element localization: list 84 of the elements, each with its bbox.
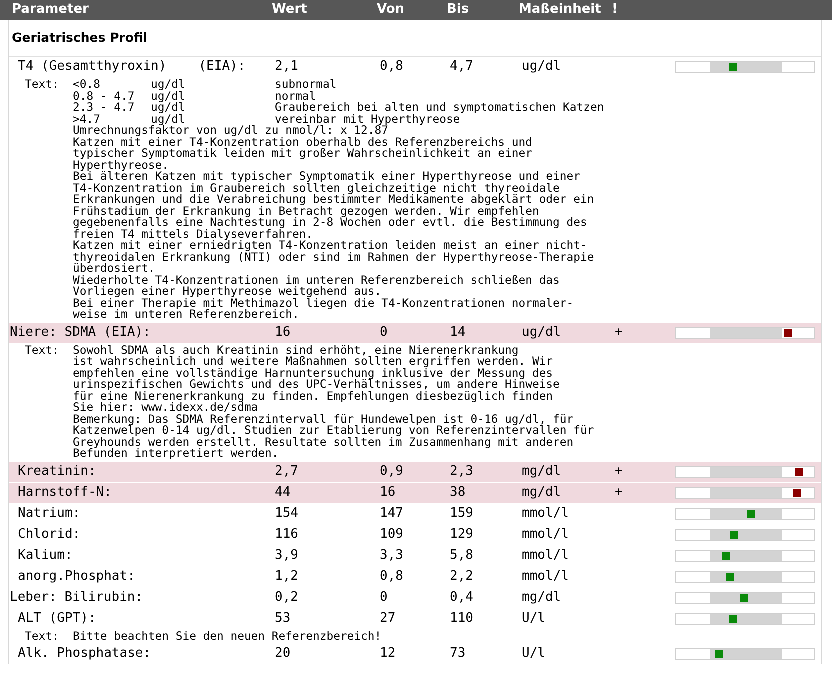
range-to: 129: [450, 526, 474, 542]
column-header: Parameter: [12, 2, 89, 18]
parameter-name: Natrium:: [17, 504, 81, 523]
value: 116: [275, 526, 298, 542]
unit-text: ug/dl: [151, 79, 186, 90]
interpretation-text: subnormal: [275, 79, 337, 90]
unit-text: ug/dl: [151, 102, 186, 114]
unit: mg/dl: [522, 484, 562, 500]
unit: mmol/l: [522, 568, 569, 584]
value: 44: [275, 484, 291, 500]
value: 2,1: [275, 59, 298, 74]
range-to: 110: [450, 610, 474, 626]
parameter-name: Kreatinin:: [17, 462, 96, 481]
unit-text: ug/dl: [151, 90, 186, 102]
range-to: 0,4: [450, 590, 474, 605]
value: 2,7: [275, 464, 298, 479]
range-text: 0.8 - 4.7: [73, 90, 136, 102]
value: 16: [275, 324, 291, 340]
unit: mg/dl: [522, 590, 562, 605]
flag-label: +: [615, 484, 623, 500]
text-label: Text:: [25, 342, 60, 356]
column-header: Von: [377, 2, 405, 18]
value: 20: [275, 646, 291, 662]
range-text: 2.3 - 4.7: [73, 102, 136, 114]
range-from: 0,8: [380, 59, 404, 74]
range-to: 159: [450, 506, 474, 521]
range-from: 147: [380, 506, 404, 521]
range-from: 0,8: [380, 568, 404, 584]
parameter-name: ALT (GPT):: [17, 610, 96, 628]
interpretation-text: normal: [275, 90, 316, 102]
range-from: 12: [380, 646, 396, 662]
parameter-name: Kalium:: [17, 546, 73, 565]
text-label: Text:: [25, 628, 60, 642]
value: 53: [275, 610, 291, 626]
parameter-name: Niere: SDMA (EIA):: [10, 324, 151, 342]
range-text: <0.8: [73, 79, 102, 90]
unit: mmol/l: [522, 506, 569, 521]
parameter-name: Alk. Phosphatase:: [17, 645, 152, 664]
range-to: 4,7: [450, 59, 474, 74]
value: 0,2: [275, 590, 298, 605]
range-text: >4.7: [73, 114, 100, 125]
column-header: Wert: [272, 2, 308, 18]
range-to: 2,2: [450, 568, 474, 584]
range-to: 2,3: [450, 464, 474, 479]
comment-text: Bitte beachten Sie den neuen Referenzbereich!: [73, 630, 382, 642]
range-from: 0,9: [380, 464, 404, 479]
parameter-name: Chlorid:: [17, 526, 81, 544]
flag-label: +: [615, 464, 623, 479]
unit: U/l: [522, 610, 546, 626]
range-from: 27: [380, 610, 396, 626]
parameter-name: T4 (Gesamtthyroxin): [17, 58, 167, 76]
interpretation-text: vereinbar mit Hyperthyreose: [275, 114, 460, 125]
column-header: Bis: [447, 2, 470, 18]
parameter-name: anorg.Phosphat:: [17, 568, 136, 586]
section-title: Geriatrisches Profil: [12, 28, 148, 47]
column-header: !: [612, 2, 618, 18]
unit: ug/dl: [522, 59, 562, 74]
interpretation-text: Graubereich bei alten und symptomatischen Katzen: [275, 102, 604, 114]
range-to: 5,8: [450, 548, 474, 563]
value: 3,9: [275, 548, 298, 563]
unit: mmol/l: [522, 548, 569, 563]
comment-text: Sowohl SDMA als auch Kreatinin sind erhöht, eine Nierenerkrankung ist wahrscheinlich und weitere Maßnahmen sollten ergriffen werden. Wir empfehlen eine vollständige Harnuntersuchung inklusive der Messung des urinspezifischen Gewichts und des UPC-Verhältnisses, um andere Hinweise für eine Nierenerkrankung zu finden. Empfehlungen diesbezüglich finden Sie hier: www.idexx.de/sdma Bemerkung: Das SDMA Referenzintervall für Hundewelpen ist 0-16 ug/dl, für Katzenwelpen 0-14 ug/dl. Studien zur Etablierung von Referenzintervallen für Greyhounds werden erstellt. Resultate sollten im Zusammenhang mit anderen Befunden interpretiert werden.: [73, 344, 594, 460]
range-to: 38: [450, 484, 466, 500]
unit: ug/dl: [522, 324, 562, 340]
range-to: 14: [450, 324, 466, 340]
range-from: 0: [380, 324, 388, 340]
comment-text: Umrechnungsfaktor von ug/dl zu nmol/l: x 12.87 Katzen mit einer T4-Konzentration oberhalb des Referenzbereichs und typischer Symptomatik leiden mit großer Wahrscheinlichkeit an einer Hyperthyreose. Bei älteren Katzen mit typischer Symptomatik einer Hyperthyreose und einer T4-Konzentration im Graubereich sollten gleichzeitige nicht thyreoidale Erkrankungen und die Verabreichung bestimmter Medikamente abgeklärt oder ein Frühstadium der Erkrankung in Betracht gezogen werden. Wir empfehlen gegebenenfalls eine Nachtestung in 2-8 Wochen oder evtl. die Bestimmung des freien T4 mittels Dialyseverfahren. Katzen mit einer erniedrigten T4-Konzentration leiden meist an einer nicht- thyreoidalen Erkrankung (NTI) oder sind im Rahmen der Hyperthyreose-Therapie überdosiert. Wiederholte T4-Konzentrationen im unteren Referenzbereich schließen das Vorliegen einer Hyperthyreose weitgehend aus. Bei einer Therapie mit Methimazol liegen die T4-Konzentrationen normaler- weise im unteren Referenzbereich.: [73, 125, 596, 320]
parameter-name: Harnstoff-N:: [17, 484, 112, 502]
value: 154: [275, 506, 298, 521]
range-from: 16: [380, 484, 396, 500]
unit-text: ug/dl: [151, 114, 186, 125]
range-from: 109: [380, 526, 404, 542]
unit: mmol/l: [522, 526, 569, 542]
column-header: Maßeinheit: [519, 2, 602, 18]
range-to: 73: [450, 646, 466, 662]
parameter-name: Leber: Bilirubin:: [10, 588, 144, 607]
value: 1,2: [275, 568, 298, 584]
unit: U/l: [522, 646, 546, 662]
range-from: 3,3: [380, 548, 404, 563]
flag-label: +: [615, 324, 623, 340]
text-label: Text:: [25, 77, 60, 91]
range-from: 0: [380, 590, 388, 605]
method-label: (EIA):: [198, 58, 246, 76]
unit: mg/dl: [522, 464, 562, 479]
